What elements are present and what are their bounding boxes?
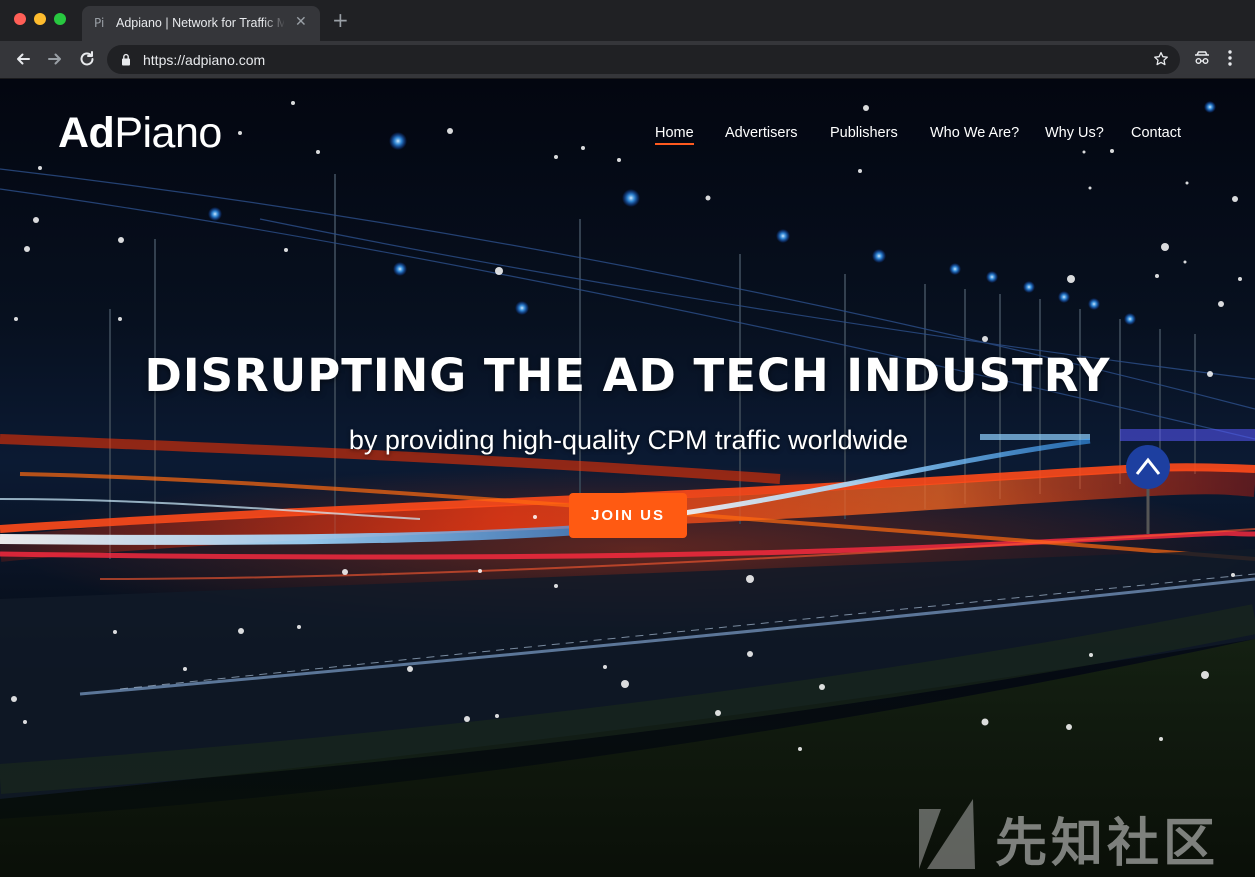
star-icon[interactable]: [1153, 51, 1169, 67]
nav-why-us[interactable]: Why Us?: [1045, 125, 1104, 141]
extension-icon[interactable]: [1193, 49, 1211, 67]
nav-advertisers[interactable]: Advertisers: [725, 125, 798, 141]
back-arrow-icon[interactable]: [12, 48, 34, 70]
lock-icon: [122, 53, 130, 66]
nav-publishers[interactable]: Publishers: [830, 125, 898, 141]
url-scheme: https://: [143, 52, 186, 68]
browser-tab-active[interactable]: Pi Adpiano | Network for Traffic Monetiz…: [82, 6, 320, 41]
url-text: https://adpiano.com: [143, 52, 265, 68]
hero-title: DISRUPTING THE AD TECH INDUSTRY: [144, 349, 1111, 402]
hero-section: AdPiano Home Advertisers Publishers Who …: [0, 79, 1255, 877]
close-window-button[interactable]: [14, 13, 26, 25]
menu-icon[interactable]: [1227, 49, 1233, 67]
nav-who-we-are[interactable]: Who We Are?: [930, 125, 1019, 141]
nav-home[interactable]: Home: [655, 125, 694, 145]
watermark: 先知社区: [915, 795, 1215, 875]
tab-title: Adpiano | Network for Traffic Monetizati…: [116, 16, 284, 30]
hero-subtitle: by providing high-quality CPM traffic wo…: [348, 425, 909, 455]
new-tab-icon[interactable]: +: [332, 10, 349, 30]
hero-background-image: [0, 101, 1255, 877]
url-host: adpiano.com: [185, 52, 266, 68]
minimize-window-button[interactable]: [34, 13, 46, 25]
main-nav: Home Advertisers Publishers Who We Are? …: [0, 125, 1255, 149]
watermark-logo-icon: [919, 799, 975, 869]
browser-tab-strip: Pi Adpiano | Network for Traffic Monetiz…: [0, 0, 1255, 41]
watermark-text: 先知社区: [995, 814, 1220, 874]
maximize-window-button[interactable]: [54, 13, 66, 25]
nav-contact[interactable]: Contact: [1131, 125, 1181, 141]
tab-favicon-icon: Pi: [94, 16, 105, 30]
address-bar[interactable]: https://adpiano.com: [107, 45, 1180, 74]
browser-toolbar: https://adpiano.com: [0, 41, 1255, 79]
tab-title-fade: [262, 12, 286, 34]
join-us-button[interactable]: JOIN US: [569, 493, 687, 538]
reload-icon[interactable]: [76, 48, 98, 70]
forward-arrow-icon[interactable]: [44, 48, 66, 70]
close-tab-icon[interactable]: ✕: [295, 14, 307, 30]
